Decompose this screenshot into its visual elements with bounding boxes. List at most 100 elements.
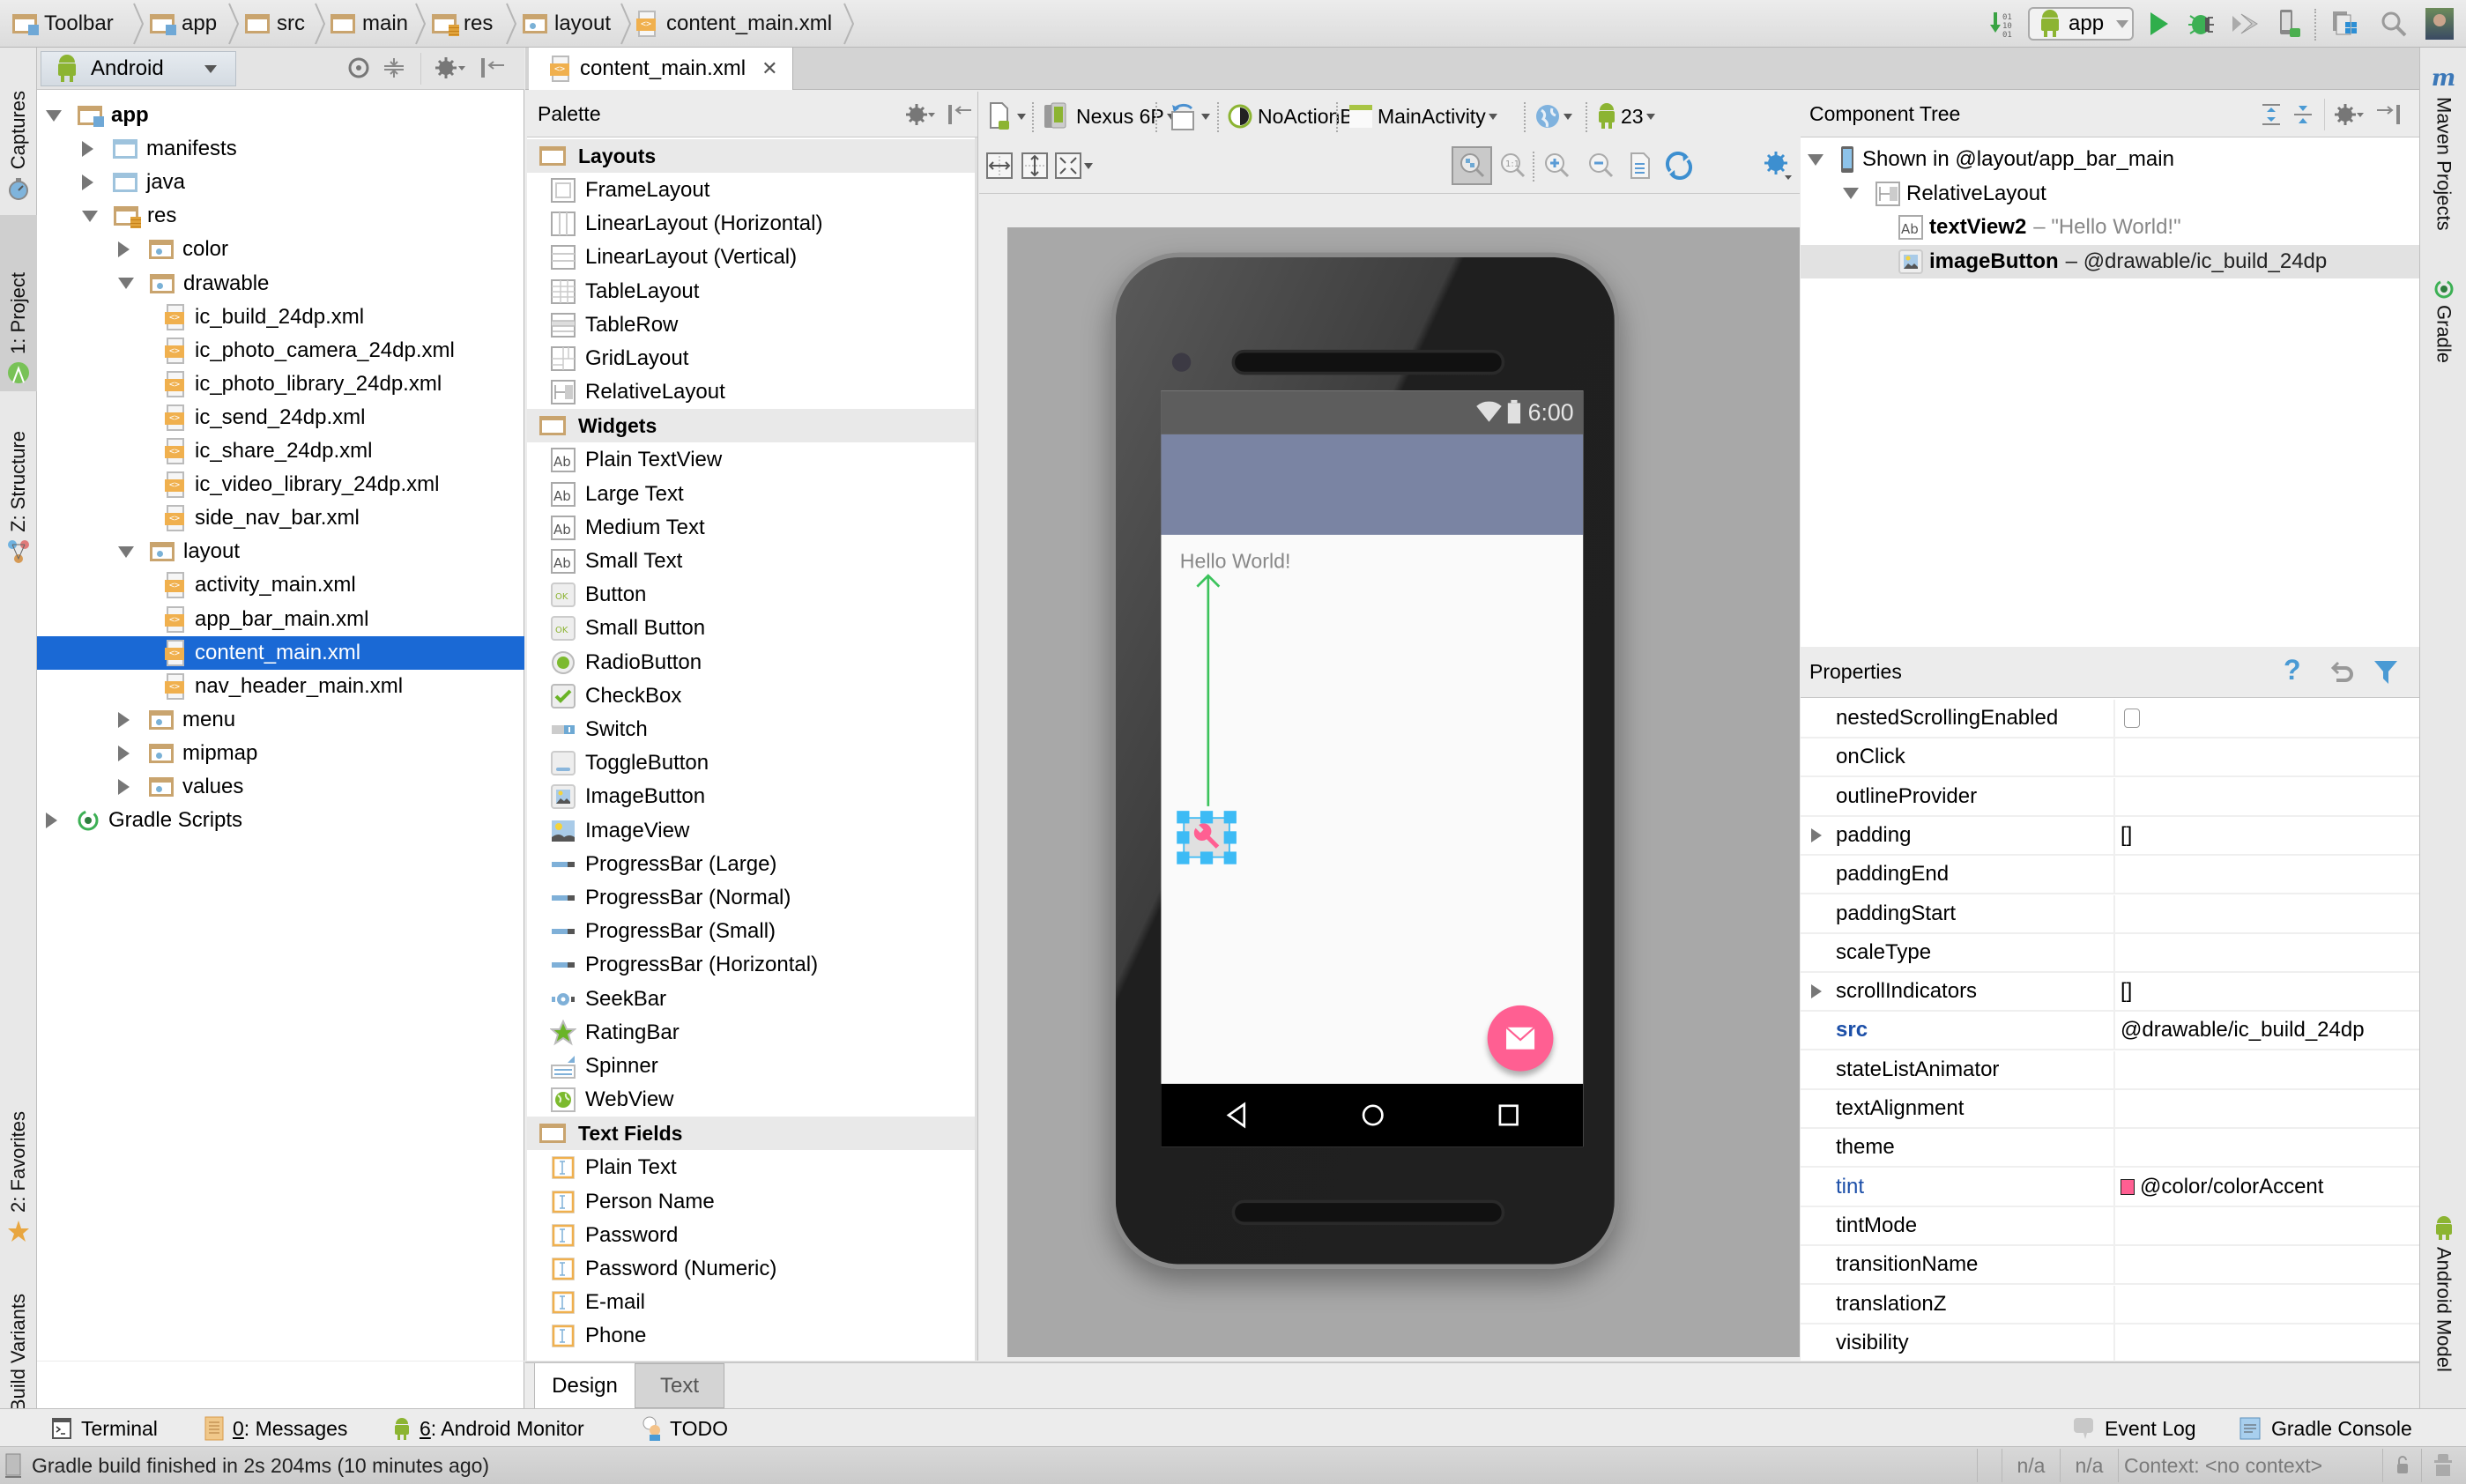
sdk-manager-icon[interactable] — [2329, 7, 2360, 41]
property-row-transitionName[interactable]: transitionName — [1801, 1246, 2419, 1286]
tree-item[interactable]: layout — [37, 535, 524, 568]
chevron-down-icon[interactable] — [46, 109, 62, 122]
palette-item[interactable]: Spinner — [527, 1050, 977, 1083]
tree-item[interactable]: Gradle Scripts — [37, 804, 524, 837]
palette-item[interactable]: ProgressBar (Large) — [527, 848, 977, 881]
palette-item[interactable]: ProgressBar (Horizontal) — [527, 948, 977, 982]
expand-all-icon[interactable] — [2261, 103, 2282, 126]
tool-tab-favorites[interactable]: 2: Favorites — [0, 1043, 37, 1246]
palette-item[interactable]: SeekBar — [527, 983, 977, 1016]
tool-tab-maven-projects[interactable]: m Maven Projects — [2420, 65, 2466, 231]
property-value[interactable] — [2113, 1129, 2419, 1167]
preview-document-button[interactable] — [1630, 150, 1651, 182]
property-row-padding[interactable]: padding [] — [1801, 816, 2419, 856]
tool-tab-project[interactable]: 1: Project — [0, 215, 37, 391]
hello-world-textview[interactable]: Hello World! — [1180, 549, 1291, 573]
close-icon[interactable]: ✕ — [761, 57, 777, 80]
palette-item[interactable]: ImageView — [527, 814, 977, 848]
property-row-paddingStart[interactable]: paddingStart — [1801, 894, 2419, 934]
tree-item[interactable]: <> ic_send_24dp.xml — [37, 401, 524, 434]
distribute-horizontal-button[interactable] — [986, 150, 1013, 182]
property-row-onClick[interactable]: onClick — [1801, 738, 2419, 778]
tree-item[interactable]: color — [37, 233, 524, 266]
property-value[interactable] — [2113, 738, 2419, 776]
tree-item[interactable]: manifests — [37, 132, 524, 166]
property-value[interactable] — [2113, 1050, 2419, 1088]
tool-tab-captures[interactable]: Captures — [0, 56, 37, 206]
design-surface-selector[interactable] — [988, 100, 1026, 132]
palette-group-text-fields[interactable]: Text Fields — [527, 1117, 977, 1151]
palette-item[interactable]: GridLayout — [527, 342, 977, 375]
property-row-tint[interactable]: tint @color/colorAccent — [1801, 1168, 2419, 1207]
palette-scrollbar[interactable] — [975, 137, 977, 1361]
palette-group-widgets[interactable]: Widgets — [527, 409, 977, 443]
palette-item[interactable]: Switch — [527, 713, 977, 746]
tree-item[interactable]: values — [37, 770, 524, 804]
tree-item[interactable]: app — [37, 99, 524, 132]
restore-default-icon[interactable] — [2329, 659, 2356, 686]
project-view-selector[interactable]: Android — [41, 51, 236, 86]
inspector-icon[interactable] — [2421, 1449, 2463, 1482]
gear-icon[interactable] — [2335, 103, 2365, 126]
tool-window-event-log[interactable]: Event Log — [2073, 1409, 2196, 1448]
chevron-right-icon[interactable] — [1811, 827, 1822, 842]
palette-item[interactable]: WebView — [527, 1083, 977, 1117]
property-row-src[interactable]: src @drawable/ic_build_24dp — [1801, 1012, 2419, 1051]
palette-item[interactable]: TableRow — [527, 308, 977, 342]
hide-panel-icon[interactable] — [2375, 103, 2402, 126]
lock-icon[interactable] — [2382, 1449, 2421, 1482]
palette-group-layouts[interactable]: Layouts — [527, 139, 977, 173]
orientation-selector[interactable] — [1169, 100, 1210, 132]
palette-item[interactable]: ImageButton — [527, 780, 977, 813]
palette-item[interactable]: E-mail — [527, 1286, 977, 1319]
tool-window-messages[interactable]: 0: Messages — [204, 1409, 347, 1448]
palette-item[interactable]: OK Small Button — [527, 612, 977, 645]
gear-icon[interactable] — [435, 56, 467, 79]
property-row-visibility[interactable]: visibility — [1801, 1324, 2419, 1363]
editor-tab-content-main[interactable]: <> content_main.xml ✕ — [529, 48, 793, 90]
tool-tab-structure[interactable]: Z: Structure — [0, 400, 37, 568]
search-icon[interactable] — [2380, 7, 2408, 41]
tree-item[interactable]: <> side_nav_bar.xml — [37, 501, 524, 535]
component-tree-item[interactable]: imageButton – @drawable/ic_build_24dp — [1801, 244, 2419, 278]
tree-item[interactable]: <> nav_header_main.xml — [37, 670, 524, 703]
palette-item[interactable]: RatingBar — [527, 1016, 977, 1050]
component-tree-item[interactable]: Ab textView2– "Hello World!" — [1801, 211, 2419, 244]
component-tree-item[interactable]: Shown in @layout/app_bar_main — [1801, 143, 2419, 176]
tool-tab-gradle[interactable]: Gradle — [2420, 278, 2466, 363]
tool-window-terminal[interactable]: Terminal — [51, 1409, 158, 1448]
property-row-scrollIndicators[interactable]: scrollIndicators [] — [1801, 973, 2419, 1013]
tree-item[interactable]: <> app_bar_main.xml — [37, 603, 524, 636]
tree-item[interactable]: <> ic_photo_camera_24dp.xml — [37, 334, 524, 367]
palette-item[interactable]: ProgressBar (Small) — [527, 915, 977, 948]
activity-selector[interactable]: MainActivity — [1348, 100, 1497, 132]
gear-icon[interactable] — [906, 103, 936, 126]
collapse-all-icon[interactable] — [383, 56, 405, 79]
property-value[interactable] — [2113, 1090, 2419, 1127]
status-encoding[interactable]: n/a — [2060, 1449, 2118, 1482]
status-line-col[interactable]: n/a — [2002, 1449, 2060, 1482]
tree-item[interactable]: java — [37, 166, 524, 199]
locale-selector[interactable] — [1534, 100, 1572, 132]
make-project-icon[interactable]: 01 10 01 — [1987, 7, 2019, 41]
zoom-in-button[interactable] — [1543, 150, 1570, 182]
tree-item[interactable]: mipmap — [37, 737, 524, 770]
property-checkbox[interactable] — [2124, 709, 2140, 728]
component-tree-item[interactable]: RelativeLayout — [1801, 177, 2419, 211]
image-button-widget[interactable] — [1177, 811, 1237, 864]
property-value[interactable]: @color/colorAccent — [2113, 1168, 2419, 1206]
design-canvas[interactable]: 6:00 Hello World! — [1007, 227, 1800, 1357]
palette-item[interactable]: RelativeLayout — [527, 375, 977, 409]
run-config-selector[interactable]: app — [2028, 7, 2134, 41]
chevron-right-icon[interactable] — [82, 141, 93, 158]
scroll-from-source-icon[interactable] — [347, 56, 370, 79]
palette-item[interactable]: TableLayout — [527, 275, 977, 308]
property-value[interactable] — [2113, 777, 2419, 815]
status-context[interactable]: Context: <no context> — [2118, 1449, 2382, 1482]
tree-item[interactable]: menu — [37, 703, 524, 737]
property-row-paddingEnd[interactable]: paddingEnd — [1801, 856, 2419, 895]
chevron-down-icon[interactable] — [82, 210, 98, 222]
collapse-all-icon[interactable] — [2292, 103, 2314, 126]
property-value[interactable] — [2113, 894, 2419, 932]
property-value[interactable] — [2113, 1246, 2419, 1284]
